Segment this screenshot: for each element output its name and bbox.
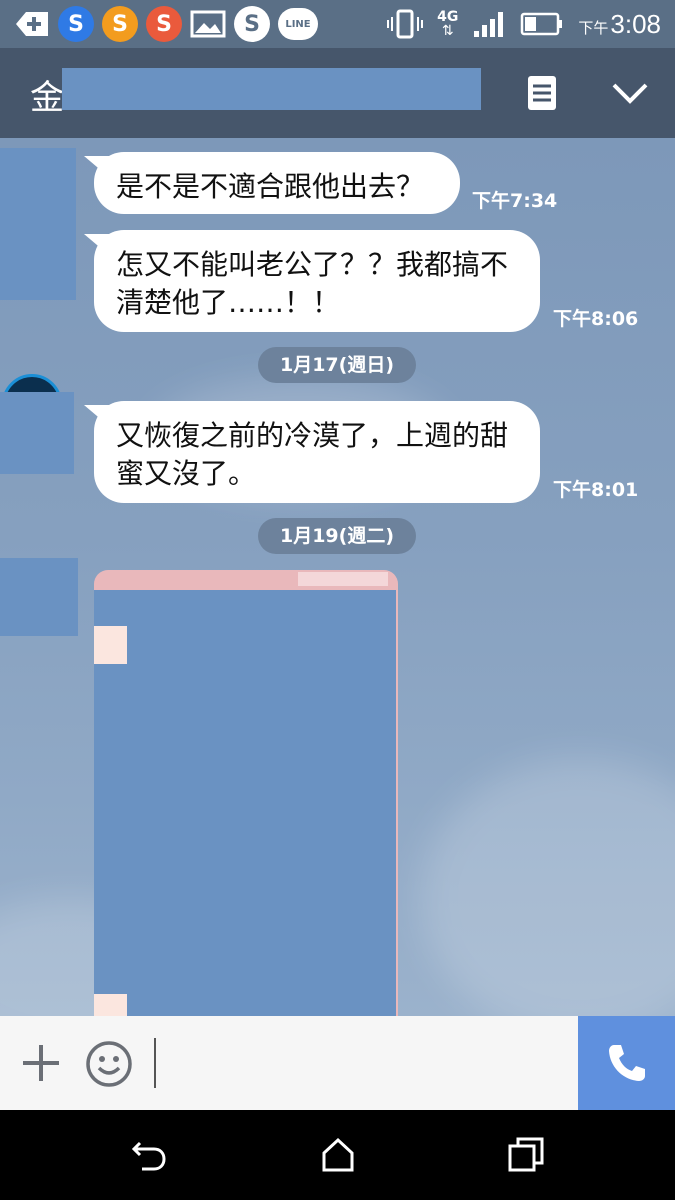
clock-time: 3:08 — [610, 8, 661, 39]
background-cloud — [420, 758, 675, 1016]
message-time: 下午8:06 — [553, 308, 639, 330]
time-prefix: 下午 — [578, 19, 609, 37]
network-indicator: 4G ⇅ — [437, 10, 458, 38]
message-input[interactable] — [154, 1038, 156, 1088]
image-thumb-statusbar — [298, 572, 388, 586]
recent-apps-icon[interactable] — [506, 1135, 546, 1175]
bubble-tail — [84, 405, 110, 427]
message-text: 又恢復之前的冷漠了，上週的甜蜜又沒了。 — [116, 419, 509, 490]
note-icon[interactable] — [522, 73, 562, 113]
s-app-icon-orange: S — [102, 6, 138, 42]
image-redaction — [94, 590, 396, 1016]
redacted-name — [62, 68, 481, 110]
image-fragment — [94, 994, 127, 1016]
date-separator: 1月17(週日) — [258, 347, 416, 383]
line-icon: LINE — [278, 8, 318, 40]
bubble-tail — [84, 234, 110, 256]
plus-icon[interactable] — [20, 1042, 62, 1084]
message-time: 下午7:34 — [472, 190, 558, 212]
message-text: 是不是不適合跟他出去？ — [116, 170, 425, 203]
chevron-down-icon[interactable] — [610, 73, 650, 113]
avatar[interactable] — [0, 148, 76, 300]
data-arrows-icon: ⇅ — [441, 23, 454, 39]
avatar[interactable] — [0, 558, 78, 636]
message-text: 怎又不能叫老公了？？我都搞不清楚他了……！！ — [116, 248, 509, 319]
message-bubble[interactable]: 又恢復之前的冷漠了，上週的甜蜜又沒了。 — [84, 401, 540, 503]
skype-icon: S — [234, 6, 270, 42]
input-bar — [0, 1016, 675, 1110]
phone-icon — [608, 1045, 645, 1081]
line-badge-label: LINE — [285, 18, 311, 30]
plus-icon — [16, 12, 48, 36]
signal-icon — [474, 12, 504, 37]
status-bar: S S S S LINE 4G ⇅ 下午3:08 — [0, 0, 675, 48]
message-bubble[interactable]: 是不是不適合跟他出去？ — [84, 152, 460, 214]
chat-header: 金 — [0, 48, 675, 138]
chat-area[interactable]: 是不是不適合跟他出去？ 下午7:34 怎又不能叫老公了？？我都搞不清楚他了……！… — [0, 138, 675, 1016]
s-app-icon-red: S — [146, 6, 182, 42]
network-type: 4G — [437, 9, 459, 25]
message-bubble[interactable]: 怎又不能叫老公了？？我都搞不清楚他了……！！ — [84, 230, 540, 332]
image-message[interactable] — [94, 570, 398, 1016]
message-time: 下午8:01 — [553, 479, 639, 501]
status-clock: 下午3:08 — [578, 9, 661, 40]
chat-title[interactable]: 金 — [30, 70, 64, 119]
vibrate-icon — [387, 9, 424, 39]
s-app-icon-blue: S — [58, 6, 94, 42]
image-icon — [190, 10, 226, 38]
battery-icon — [521, 12, 563, 36]
avatar-redaction — [0, 392, 74, 474]
bubble-tail — [84, 156, 110, 178]
navigation-bar — [0, 1110, 675, 1200]
call-button[interactable] — [578, 1016, 675, 1110]
image-fragment — [94, 626, 127, 664]
home-icon[interactable] — [318, 1135, 358, 1175]
smiley-icon[interactable] — [85, 1040, 133, 1088]
date-separator: 1月19(週二) — [258, 518, 416, 554]
back-icon[interactable] — [130, 1135, 170, 1175]
